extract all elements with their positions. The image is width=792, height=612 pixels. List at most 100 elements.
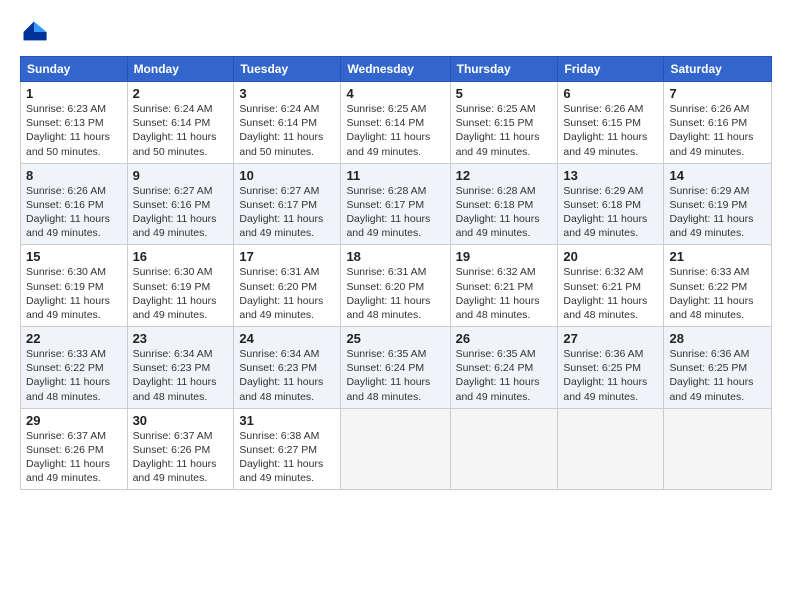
table-row: 2 Sunrise: 6:24 AMSunset: 6:14 PMDayligh… xyxy=(127,82,234,164)
header xyxy=(20,18,772,46)
days-header-row: SundayMondayTuesdayWednesdayThursdayFrid… xyxy=(21,57,772,82)
table-row: 9 Sunrise: 6:27 AMSunset: 6:16 PMDayligh… xyxy=(127,163,234,245)
day-info: Sunrise: 6:30 AMSunset: 6:19 PMDaylight:… xyxy=(133,266,217,321)
day-number: 19 xyxy=(456,249,553,264)
day-number: 16 xyxy=(133,249,229,264)
day-info: Sunrise: 6:28 AMSunset: 6:18 PMDaylight:… xyxy=(456,185,540,240)
day-number: 24 xyxy=(239,331,335,346)
day-info: Sunrise: 6:29 AMSunset: 6:19 PMDaylight:… xyxy=(669,185,753,240)
day-number: 15 xyxy=(26,249,122,264)
table-row: 20 Sunrise: 6:32 AMSunset: 6:21 PMDaylig… xyxy=(558,245,664,327)
day-info: Sunrise: 6:24 AMSunset: 6:14 PMDaylight:… xyxy=(239,103,323,158)
table-row: 4 Sunrise: 6:25 AMSunset: 6:14 PMDayligh… xyxy=(341,82,450,164)
day-header-sunday: Sunday xyxy=(21,57,128,82)
day-number: 14 xyxy=(669,168,766,183)
calendar-week-5: 29 Sunrise: 6:37 AMSunset: 6:26 PMDaylig… xyxy=(21,408,772,490)
day-number: 12 xyxy=(456,168,553,183)
table-row: 16 Sunrise: 6:30 AMSunset: 6:19 PMDaylig… xyxy=(127,245,234,327)
day-info: Sunrise: 6:36 AMSunset: 6:25 PMDaylight:… xyxy=(669,348,753,403)
day-info: Sunrise: 6:26 AMSunset: 6:16 PMDaylight:… xyxy=(26,185,110,240)
calendar-week-4: 22 Sunrise: 6:33 AMSunset: 6:22 PMDaylig… xyxy=(21,327,772,409)
day-header-tuesday: Tuesday xyxy=(234,57,341,82)
day-info: Sunrise: 6:27 AMSunset: 6:17 PMDaylight:… xyxy=(239,185,323,240)
day-info: Sunrise: 6:37 AMSunset: 6:26 PMDaylight:… xyxy=(133,430,217,485)
day-info: Sunrise: 6:33 AMSunset: 6:22 PMDaylight:… xyxy=(669,266,753,321)
day-info: Sunrise: 6:23 AMSunset: 6:13 PMDaylight:… xyxy=(26,103,110,158)
table-row xyxy=(558,408,664,490)
day-header-saturday: Saturday xyxy=(664,57,772,82)
table-row: 3 Sunrise: 6:24 AMSunset: 6:14 PMDayligh… xyxy=(234,82,341,164)
day-number: 22 xyxy=(26,331,122,346)
table-row: 19 Sunrise: 6:32 AMSunset: 6:21 PMDaylig… xyxy=(450,245,558,327)
calendar-week-1: 1 Sunrise: 6:23 AMSunset: 6:13 PMDaylight… xyxy=(21,82,772,164)
day-number: 18 xyxy=(346,249,444,264)
table-row: 10 Sunrise: 6:27 AMSunset: 6:17 PMDaylig… xyxy=(234,163,341,245)
day-number: 31 xyxy=(239,413,335,428)
day-info: Sunrise: 6:24 AMSunset: 6:14 PMDaylight:… xyxy=(133,103,217,158)
day-number: 6 xyxy=(563,86,658,101)
day-info: Sunrise: 6:26 AMSunset: 6:15 PMDaylight:… xyxy=(563,103,647,158)
day-number: 29 xyxy=(26,413,122,428)
day-number: 21 xyxy=(669,249,766,264)
day-info: Sunrise: 6:36 AMSunset: 6:25 PMDaylight:… xyxy=(563,348,647,403)
day-info: Sunrise: 6:27 AMSunset: 6:16 PMDaylight:… xyxy=(133,185,217,240)
logo xyxy=(20,18,52,46)
table-row: 30 Sunrise: 6:37 AMSunset: 6:26 PMDaylig… xyxy=(127,408,234,490)
day-number: 4 xyxy=(346,86,444,101)
day-header-wednesday: Wednesday xyxy=(341,57,450,82)
day-info: Sunrise: 6:31 AMSunset: 6:20 PMDaylight:… xyxy=(346,266,430,321)
table-row: 8 Sunrise: 6:26 AMSunset: 6:16 PMDayligh… xyxy=(21,163,128,245)
day-info: Sunrise: 6:37 AMSunset: 6:26 PMDaylight:… xyxy=(26,430,110,485)
table-row: 5 Sunrise: 6:25 AMSunset: 6:15 PMDayligh… xyxy=(450,82,558,164)
day-info: Sunrise: 6:25 AMSunset: 6:14 PMDaylight:… xyxy=(346,103,430,158)
calendar-week-3: 15 Sunrise: 6:30 AMSunset: 6:19 PMDaylig… xyxy=(21,245,772,327)
table-row: 12 Sunrise: 6:28 AMSunset: 6:18 PMDaylig… xyxy=(450,163,558,245)
day-info: Sunrise: 6:32 AMSunset: 6:21 PMDaylight:… xyxy=(456,266,540,321)
day-header-friday: Friday xyxy=(558,57,664,82)
calendar-page: SundayMondayTuesdayWednesdayThursdayFrid… xyxy=(0,0,792,612)
table-row: 13 Sunrise: 6:29 AMSunset: 6:18 PMDaylig… xyxy=(558,163,664,245)
day-info: Sunrise: 6:26 AMSunset: 6:16 PMDaylight:… xyxy=(669,103,753,158)
day-number: 1 xyxy=(26,86,122,101)
day-info: Sunrise: 6:38 AMSunset: 6:27 PMDaylight:… xyxy=(239,430,323,485)
day-info: Sunrise: 6:33 AMSunset: 6:22 PMDaylight:… xyxy=(26,348,110,403)
day-number: 20 xyxy=(563,249,658,264)
day-info: Sunrise: 6:35 AMSunset: 6:24 PMDaylight:… xyxy=(456,348,540,403)
day-info: Sunrise: 6:31 AMSunset: 6:20 PMDaylight:… xyxy=(239,266,323,321)
day-number: 17 xyxy=(239,249,335,264)
table-row: 15 Sunrise: 6:30 AMSunset: 6:19 PMDaylig… xyxy=(21,245,128,327)
day-info: Sunrise: 6:28 AMSunset: 6:17 PMDaylight:… xyxy=(346,185,430,240)
day-number: 30 xyxy=(133,413,229,428)
table-row: 23 Sunrise: 6:34 AMSunset: 6:23 PMDaylig… xyxy=(127,327,234,409)
day-number: 25 xyxy=(346,331,444,346)
table-row: 21 Sunrise: 6:33 AMSunset: 6:22 PMDaylig… xyxy=(664,245,772,327)
table-row: 17 Sunrise: 6:31 AMSunset: 6:20 PMDaylig… xyxy=(234,245,341,327)
table-row: 6 Sunrise: 6:26 AMSunset: 6:15 PMDayligh… xyxy=(558,82,664,164)
table-row: 25 Sunrise: 6:35 AMSunset: 6:24 PMDaylig… xyxy=(341,327,450,409)
table-row: 1 Sunrise: 6:23 AMSunset: 6:13 PMDaylight… xyxy=(21,82,128,164)
day-number: 28 xyxy=(669,331,766,346)
day-number: 26 xyxy=(456,331,553,346)
day-info: Sunrise: 6:32 AMSunset: 6:21 PMDaylight:… xyxy=(563,266,647,321)
table-row xyxy=(341,408,450,490)
table-row: 22 Sunrise: 6:33 AMSunset: 6:22 PMDaylig… xyxy=(21,327,128,409)
day-info: Sunrise: 6:34 AMSunset: 6:23 PMDaylight:… xyxy=(133,348,217,403)
day-number: 11 xyxy=(346,168,444,183)
day-info: Sunrise: 6:29 AMSunset: 6:18 PMDaylight:… xyxy=(563,185,647,240)
table-row: 27 Sunrise: 6:36 AMSunset: 6:25 PMDaylig… xyxy=(558,327,664,409)
day-number: 13 xyxy=(563,168,658,183)
day-info: Sunrise: 6:35 AMSunset: 6:24 PMDaylight:… xyxy=(346,348,430,403)
table-row: 24 Sunrise: 6:34 AMSunset: 6:23 PMDaylig… xyxy=(234,327,341,409)
table-row: 11 Sunrise: 6:28 AMSunset: 6:17 PMDaylig… xyxy=(341,163,450,245)
day-info: Sunrise: 6:30 AMSunset: 6:19 PMDaylight:… xyxy=(26,266,110,321)
day-number: 9 xyxy=(133,168,229,183)
table-row xyxy=(664,408,772,490)
day-number: 2 xyxy=(133,86,229,101)
day-number: 23 xyxy=(133,331,229,346)
day-header-thursday: Thursday xyxy=(450,57,558,82)
logo-icon xyxy=(20,18,48,46)
table-row: 14 Sunrise: 6:29 AMSunset: 6:19 PMDaylig… xyxy=(664,163,772,245)
day-info: Sunrise: 6:34 AMSunset: 6:23 PMDaylight:… xyxy=(239,348,323,403)
table-row: 26 Sunrise: 6:35 AMSunset: 6:24 PMDaylig… xyxy=(450,327,558,409)
day-header-monday: Monday xyxy=(127,57,234,82)
